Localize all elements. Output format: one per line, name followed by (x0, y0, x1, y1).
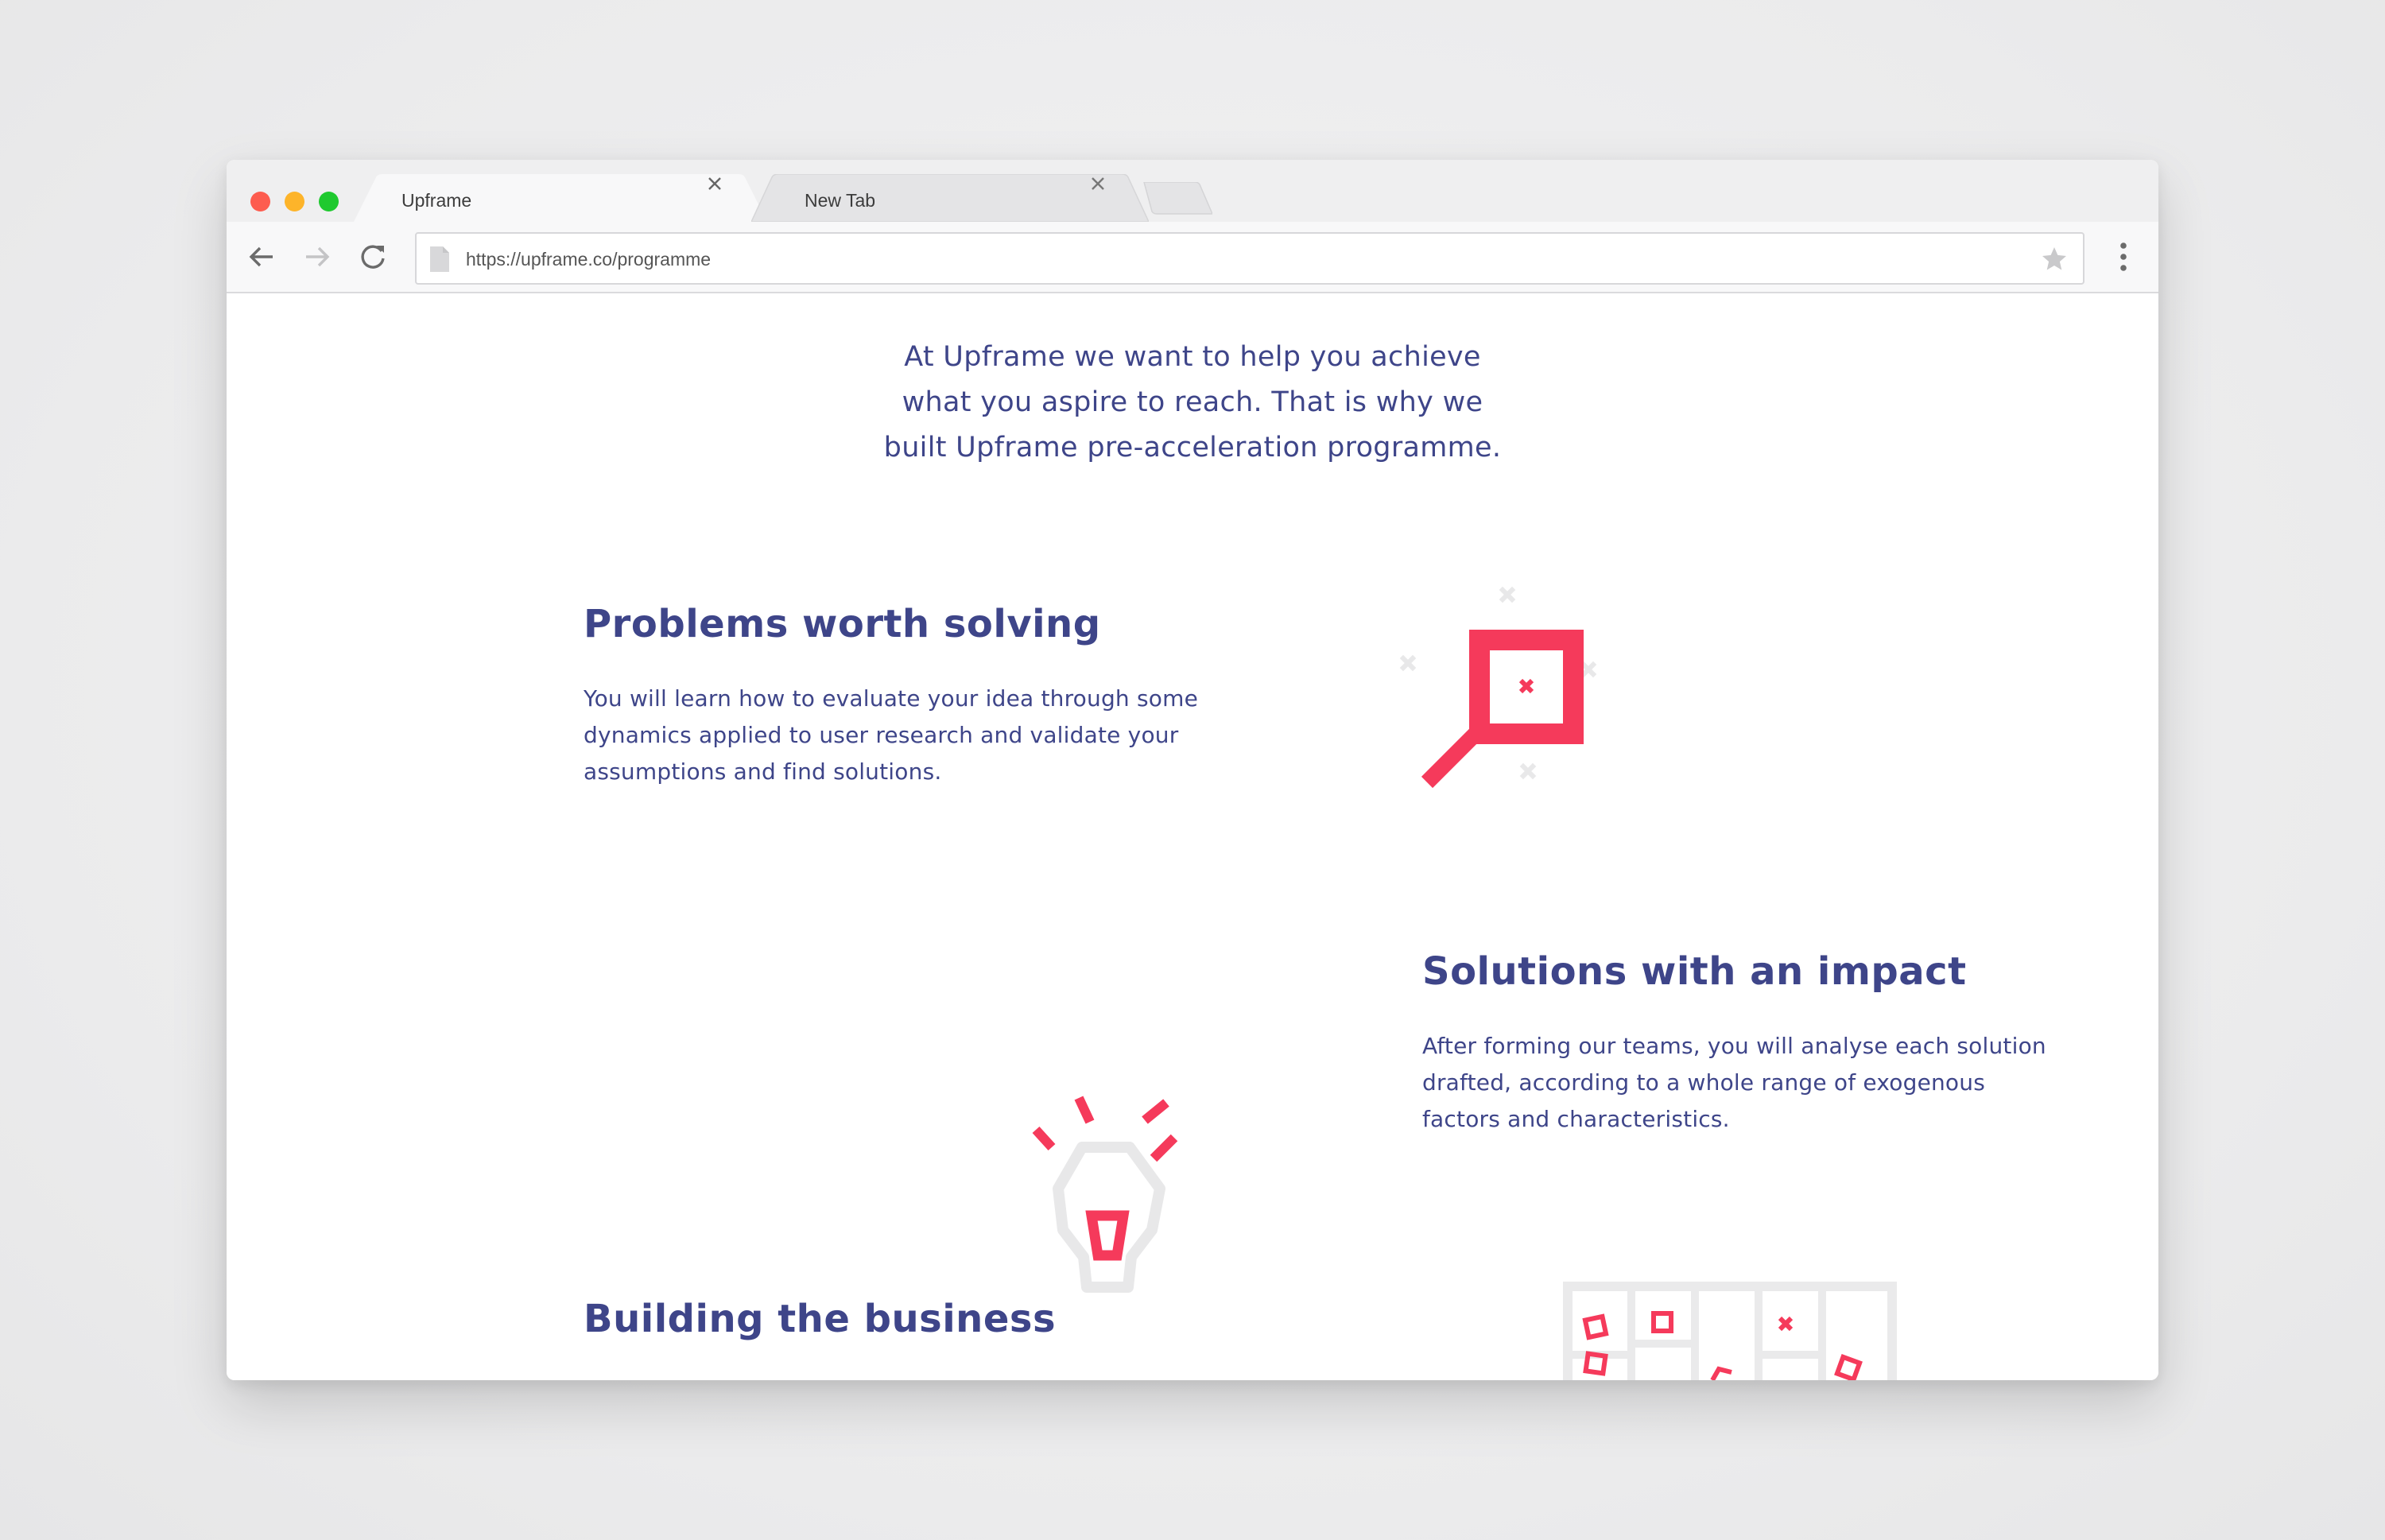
section-title-solutions: Solutions with an impact (1422, 949, 1967, 994)
bookmark-star-icon[interactable] (2040, 245, 2069, 273)
magnifier-icon (1399, 586, 1597, 789)
lightbulb-icon (1032, 1096, 1178, 1293)
browser-toolbar: https://upframe.co/programme (227, 222, 2158, 293)
address-bar[interactable]: https://upframe.co/programme (415, 232, 2084, 285)
section-title-problems: Problems worth solving (584, 602, 1101, 646)
intro-line: built Upframe pre-acceleration programme… (883, 432, 1502, 464)
kebab-menu-icon[interactable] (2115, 239, 2131, 274)
section-body-problems: You will learn how to evaluate your idea… (584, 681, 1198, 790)
close-window-button[interactable] (250, 192, 270, 211)
body-line: drafted, according to a whole range of e… (1422, 1069, 1986, 1096)
new-tab-button[interactable] (1139, 182, 1212, 222)
page-icon (430, 246, 449, 272)
intro-text: At Upframe we want to help you achieve w… (227, 335, 2158, 471)
close-tab-icon[interactable] (1088, 174, 1107, 193)
body-line: dynamics applied to user research and va… (584, 722, 1179, 748)
url-text: https://upframe.co/programme (466, 249, 712, 270)
body-line: After forming our teams, you will analys… (1422, 1033, 2046, 1059)
intro-line: what you aspire to reach. That is why we (902, 386, 1483, 418)
tab-label: Upframe (401, 190, 472, 211)
body-line: You will learn how to evaluate your idea… (584, 685, 1198, 712)
intro-line: At Upframe we want to help you achieve (904, 341, 1481, 373)
reload-icon[interactable] (355, 239, 390, 274)
tab-label: New Tab (805, 190, 876, 211)
section-title-business: Building the business (584, 1297, 1057, 1341)
maximize-window-button[interactable] (319, 192, 339, 211)
forward-arrow-icon[interactable] (300, 239, 335, 274)
minimize-window-button[interactable] (285, 192, 304, 211)
tab-upframe[interactable]: Upframe (354, 174, 767, 222)
body-line: assumptions and find solutions. (584, 758, 942, 785)
tab-new-tab[interactable]: New Tab (751, 174, 1149, 222)
page-content: At Upframe we want to help you achieve w… (227, 293, 2158, 1380)
board-icon (1563, 1282, 1897, 1380)
back-arrow-icon[interactable] (244, 239, 279, 274)
body-line: factors and characteristics. (1422, 1106, 1730, 1132)
close-tab-icon[interactable] (705, 174, 724, 193)
browser-window: Upframe New Tab https://upframe.co/progr… (227, 160, 2158, 1380)
section-body-solutions: After forming our teams, you will analys… (1422, 1028, 2046, 1138)
title-bar: Upframe New Tab (227, 160, 2158, 222)
